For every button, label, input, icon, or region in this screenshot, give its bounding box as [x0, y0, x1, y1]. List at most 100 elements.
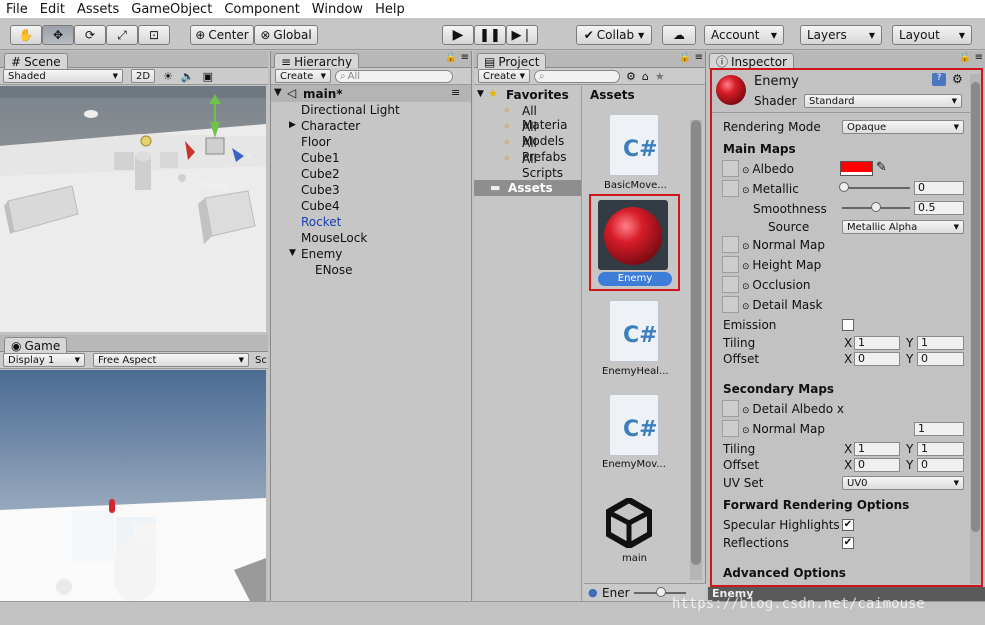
script-file-icon[interactable]: C#: [609, 114, 659, 176]
account-dropdown[interactable]: Account ▼: [704, 25, 784, 45]
filter-type-icon[interactable]: ⚙: [626, 70, 636, 83]
albedo-color-field[interactable]: [840, 161, 873, 176]
occlusion-slot[interactable]: [722, 276, 739, 293]
reflections-checkbox[interactable]: ✔: [842, 537, 854, 549]
source-dropdown[interactable]: Metallic Alpha ▼: [842, 220, 964, 234]
menu-gameobject[interactable]: GameObject: [125, 2, 218, 17]
asset-basicmove[interactable]: BasicMove...: [604, 180, 667, 191]
metallic-slider-track[interactable]: [842, 187, 910, 189]
rendering-mode-dropdown[interactable]: Opaque ▼: [842, 120, 964, 134]
detail-normal-map-slot[interactable]: [722, 420, 739, 437]
collapse-arrow-icon[interactable]: ▶: [289, 120, 296, 130]
inspector-scrollbar[interactable]: [970, 74, 981, 584]
lock-icon[interactable]: 🔒: [959, 52, 971, 63]
expand-arrow-icon[interactable]: ▼: [477, 89, 484, 99]
eyedropper-icon[interactable]: ✎: [876, 160, 887, 175]
fav-all-scripts[interactable]: All Scripts: [522, 152, 581, 180]
asset-enemy[interactable]: Enemy: [598, 272, 672, 286]
lighting-icon[interactable]: ☀: [163, 70, 173, 83]
tab-hierarchy[interactable]: ≡ Hierarchy: [274, 53, 360, 69]
specular-highlights-checkbox[interactable]: ✔: [842, 519, 854, 531]
metallic-value-field[interactable]: 0: [914, 181, 964, 195]
hierarchy-item-cube2[interactable]: Cube2: [301, 167, 340, 181]
hierarchy-item-cube1[interactable]: Cube1: [301, 151, 340, 165]
rect-tool-button[interactable]: ⊡: [138, 25, 170, 45]
panel-menu-icon[interactable]: ≡: [975, 52, 983, 63]
emission-checkbox[interactable]: [842, 319, 854, 331]
zoom-slider-thumb[interactable]: [656, 587, 666, 597]
hand-tool-button[interactable]: ✋: [10, 25, 42, 45]
hierarchy-item-character[interactable]: Character: [301, 119, 360, 133]
script-file-icon[interactable]: C#: [609, 300, 659, 362]
gear-icon[interactable]: ⚙: [952, 72, 963, 86]
lock-icon[interactable]: 🔒: [445, 52, 457, 63]
play-button[interactable]: ▶: [442, 25, 474, 45]
space-toggle[interactable]: ⊗ Global: [254, 25, 318, 45]
offset-x-field[interactable]: 0: [854, 352, 900, 366]
layers-dropdown[interactable]: Layers ▼: [800, 25, 882, 45]
material-preview[interactable]: [598, 200, 668, 270]
hierarchy-item-enemy[interactable]: Enemy: [301, 247, 342, 261]
favorite-star-icon[interactable]: ★: [655, 70, 665, 83]
script-file-icon[interactable]: C#: [609, 394, 659, 456]
tab-scene[interactable]: # Scene: [4, 53, 68, 69]
tiling-x-field[interactable]: 1: [854, 336, 900, 350]
hierarchy-item-cube4[interactable]: Cube4: [301, 199, 340, 213]
detail-mask-slot[interactable]: [722, 296, 739, 313]
menu-component[interactable]: Component: [218, 2, 305, 17]
tab-inspector[interactable]: ⓘ Inspector: [709, 53, 794, 69]
albedo-slot[interactable]: [722, 160, 739, 177]
smoothness-value-field[interactable]: 0.5: [914, 201, 964, 215]
project-search-input[interactable]: ⌕: [534, 69, 620, 83]
scene-menu-icon[interactable]: ≡: [451, 86, 460, 99]
offset-y-field[interactable]: 0: [917, 352, 964, 366]
metallic-slider-thumb[interactable]: [839, 182, 849, 192]
menu-help[interactable]: Help: [369, 2, 411, 17]
filter-label-icon[interactable]: ⌂: [642, 70, 649, 83]
create-dropdown[interactable]: Create ▼: [275, 69, 331, 83]
scene-root-row[interactable]: [271, 85, 471, 102]
aspect-dropdown[interactable]: Free Aspect ▼: [93, 353, 249, 367]
asset-main[interactable]: main: [622, 553, 647, 564]
scale-label[interactable]: Sc: [255, 355, 267, 366]
assets-scrollbar[interactable]: [690, 120, 702, 580]
tiling-y-field[interactable]: 1: [917, 336, 964, 350]
smoothness-slider-thumb[interactable]: [871, 202, 881, 212]
shading-dropdown[interactable]: Shaded ▼: [3, 69, 123, 83]
hierarchy-search-input[interactable]: ⌕ All: [335, 69, 453, 83]
collab-dropdown[interactable]: ✔ Collab ▼: [576, 25, 652, 45]
display-dropdown[interactable]: Display 1 ▼: [3, 353, 85, 367]
pivot-toggle[interactable]: ⊕ Center: [190, 25, 254, 45]
hierarchy-item-cube3[interactable]: Cube3: [301, 183, 340, 197]
height-map-slot[interactable]: [722, 256, 739, 273]
tab-game[interactable]: ◉ Game: [4, 337, 68, 353]
offset2-x-field[interactable]: 0: [854, 458, 900, 472]
offset2-y-field[interactable]: 0: [917, 458, 964, 472]
audio-icon[interactable]: 🔈: [181, 70, 195, 83]
step-button[interactable]: ▶❘: [506, 25, 538, 45]
scene-viewport[interactable]: Persp z: [0, 86, 266, 332]
hierarchy-item-mouselock[interactable]: MouseLock: [301, 231, 367, 245]
hierarchy-item-floor[interactable]: Floor: [301, 135, 331, 149]
shader-dropdown[interactable]: Standard ▼: [804, 94, 962, 108]
hierarchy-item-directional-light[interactable]: Directional Light: [301, 103, 400, 117]
menu-window[interactable]: Window: [306, 2, 369, 17]
move-tool-button[interactable]: ✥: [42, 25, 74, 45]
tiling2-y-field[interactable]: 1: [917, 442, 964, 456]
hierarchy-item-enose[interactable]: ENose: [315, 263, 353, 277]
menu-assets[interactable]: Assets: [71, 2, 125, 17]
rotate-tool-button[interactable]: ⟳: [74, 25, 106, 45]
menu-file[interactable]: File: [0, 2, 34, 17]
pause-button[interactable]: ❚❚: [474, 25, 506, 45]
expand-arrow-icon[interactable]: ▼: [274, 87, 282, 98]
expand-arrow-icon[interactable]: ▼: [289, 248, 296, 258]
image-icon[interactable]: ▣: [203, 70, 213, 83]
hierarchy-item-rocket[interactable]: Rocket: [301, 215, 341, 229]
menu-edit[interactable]: Edit: [34, 2, 71, 17]
project-create-dropdown[interactable]: Create ▼: [478, 69, 530, 83]
cloud-button[interactable]: ☁: [662, 25, 696, 45]
panel-menu-icon[interactable]: ≡: [695, 52, 703, 63]
lock-icon[interactable]: 🔒: [679, 52, 691, 63]
normal-map-slot[interactable]: [722, 236, 739, 253]
mode-2d-toggle[interactable]: 2D: [131, 69, 155, 83]
